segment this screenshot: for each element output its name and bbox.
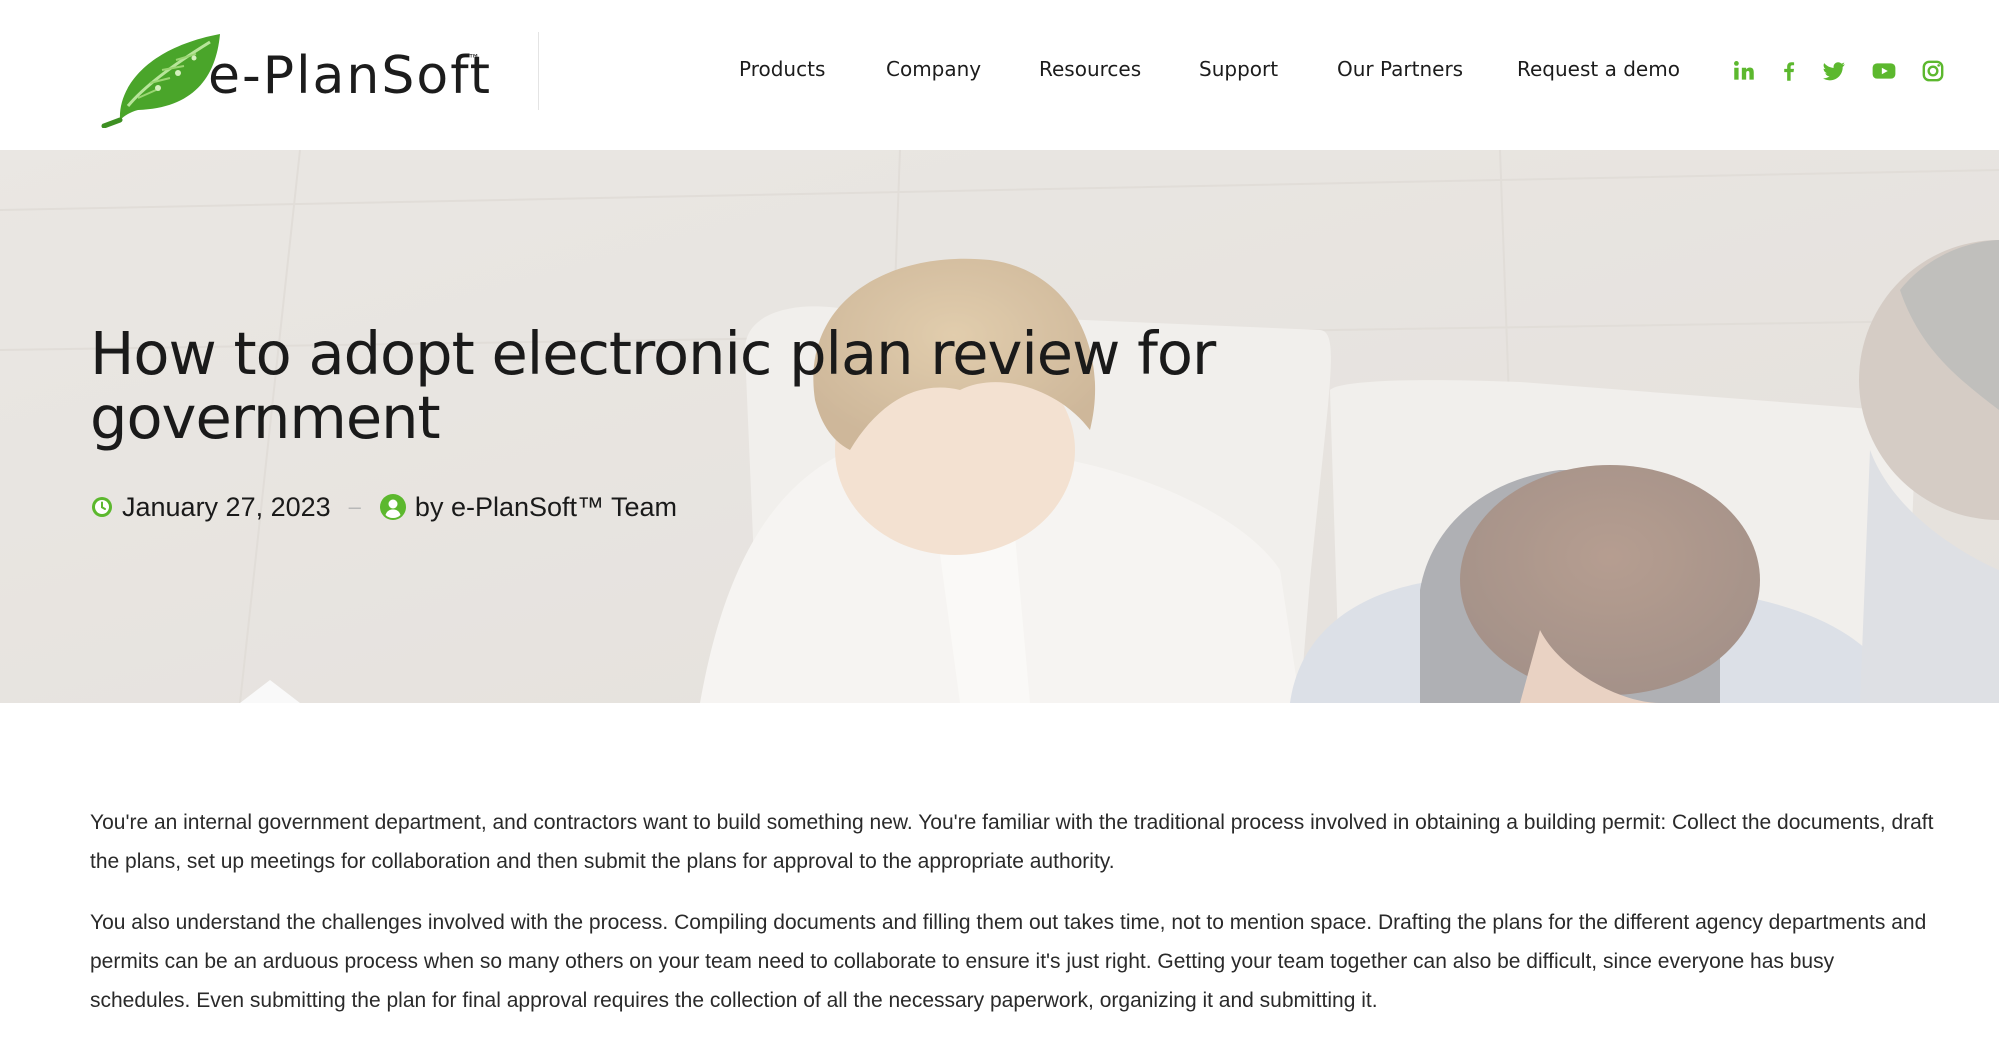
- clock-icon: [90, 495, 114, 519]
- nav-request-demo[interactable]: Request a demo: [1517, 57, 1680, 81]
- nav-company[interactable]: Company: [886, 57, 981, 81]
- article-paragraph: You also understand the challenges invol…: [90, 911, 1927, 1012]
- article-body: You're an internal government department…: [90, 803, 1940, 1042]
- post-meta: January 27, 2023 – by e-PlanSoft™ Team: [90, 490, 677, 524]
- instagram-icon: [1922, 60, 1944, 82]
- post-author[interactable]: by e-PlanSoft™ Team: [415, 492, 677, 523]
- main-nav: Products Company Resources Support Our P…: [0, 0, 1999, 142]
- nav-products[interactable]: Products: [739, 57, 825, 81]
- facebook-icon: [1784, 62, 1795, 81]
- meta-separator: –: [348, 494, 361, 519]
- post-date: January 27, 2023: [122, 491, 331, 522]
- instagram-link[interactable]: [1920, 58, 1946, 84]
- twitter-icon: [1822, 62, 1845, 81]
- youtube-icon: [1872, 63, 1896, 79]
- linkedin-link[interactable]: [1731, 58, 1757, 84]
- facebook-link[interactable]: [1776, 58, 1802, 84]
- twitter-link[interactable]: [1821, 58, 1847, 84]
- user-icon: [379, 493, 407, 521]
- article-paragraph: You're an internal government department…: [90, 811, 1934, 873]
- nav-resources[interactable]: Resources: [1039, 57, 1141, 81]
- nav-support[interactable]: Support: [1199, 57, 1278, 81]
- page-title: How to adopt electronic plan review for …: [90, 319, 1216, 452]
- site-header: e-PlanSoft ™ Products Company Resources …: [0, 0, 1999, 150]
- youtube-link[interactable]: [1871, 58, 1897, 84]
- linkedin-icon: [1734, 61, 1754, 80]
- hero-banner: How to adopt electronic plan review for …: [0, 150, 1999, 703]
- nav-our-partners[interactable]: Our Partners: [1337, 57, 1463, 81]
